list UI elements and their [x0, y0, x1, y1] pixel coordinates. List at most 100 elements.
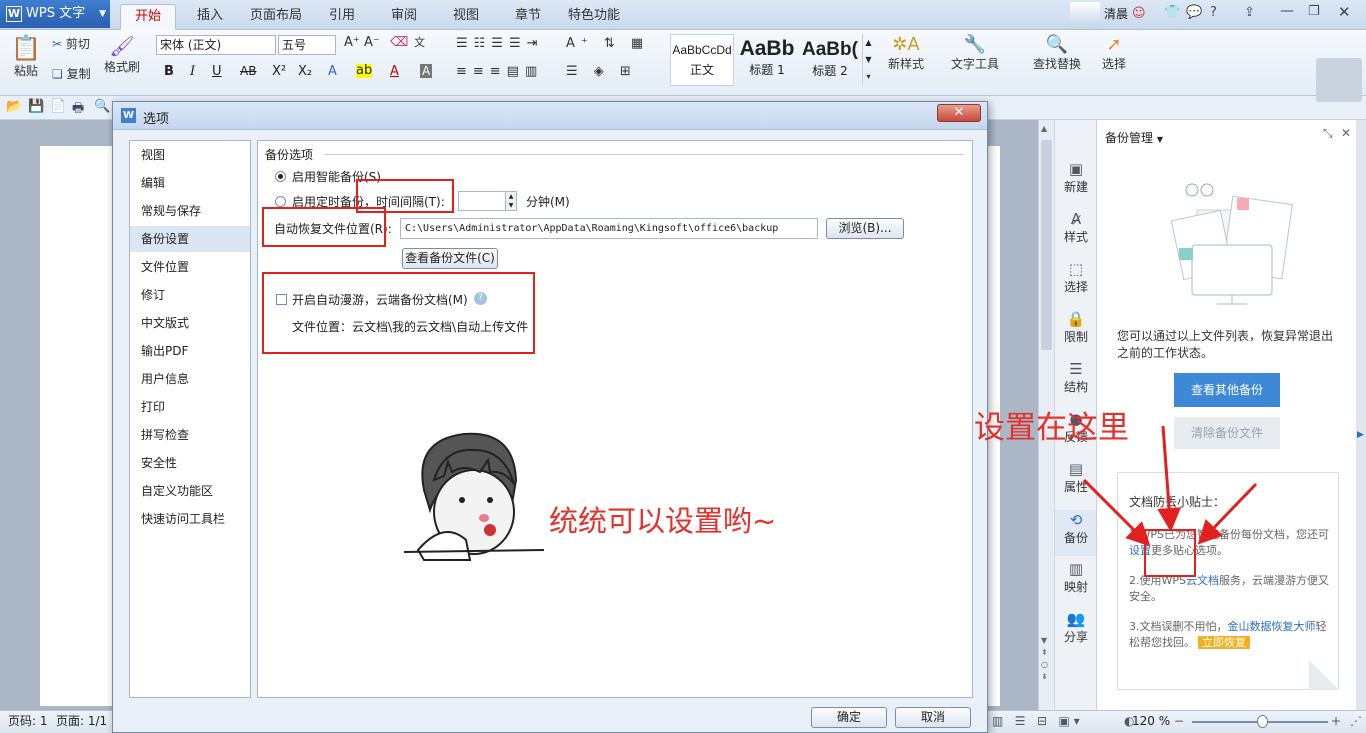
tab-view[interactable]: 视图	[440, 4, 492, 30]
tab-chapter[interactable]: 章节	[502, 4, 554, 30]
chat-icon[interactable]: 💬	[1186, 5, 1202, 20]
nav-item-custom-ribbon[interactable]: 自定义功能区	[130, 478, 250, 504]
tab-references[interactable]: 引用	[316, 4, 368, 30]
underline-icon[interactable]: U	[212, 64, 222, 79]
view-backup-button[interactable]: 查看备份文件(C)	[402, 248, 498, 269]
dialog-title-bar[interactable]: W 选项 ✕	[113, 102, 987, 130]
find-replace-button[interactable]: 🔍 查找替换	[1026, 34, 1088, 72]
nav-item-view[interactable]: 视图	[130, 142, 250, 168]
text-effect-icon[interactable]: A	[328, 64, 337, 79]
nav-item-revision[interactable]: 修订	[130, 282, 250, 308]
side-nav-new[interactable]: ▣ 新建	[1055, 160, 1097, 195]
restore-icon[interactable]: ❐	[1308, 4, 1320, 19]
help-icon[interactable]: ?	[1210, 5, 1217, 20]
browse-button[interactable]: 浏览(B)...	[826, 218, 904, 239]
tab-home[interactable]: 开始	[120, 4, 176, 30]
highlight-icon[interactable]: ab	[356, 64, 373, 78]
grow-font-icon[interactable]: A⁺	[344, 35, 360, 50]
font-name-select[interactable]: 宋体 (正文)	[156, 35, 276, 55]
nav-item-backup[interactable]: 备份设置	[130, 226, 250, 252]
user-name[interactable]: 清晨	[1104, 0, 1128, 28]
task-pane-title[interactable]: 备份管理 ▼	[1105, 129, 1163, 146]
side-nav-style[interactable]: A̷ 样式	[1055, 210, 1097, 245]
style-heading1[interactable]: AaBb 标题 1	[736, 34, 798, 86]
nav-item-security[interactable]: 安全性	[130, 450, 250, 476]
data-recovery-link[interactable]: 金山数据恢复大师	[1228, 620, 1316, 633]
recover-now-button[interactable]: 立即恢复	[1198, 636, 1250, 649]
copy-button[interactable]: ❏ 复制	[52, 65, 91, 82]
zoom-out-icon[interactable]: −	[1174, 711, 1184, 732]
char-shading-icon[interactable]: A	[420, 64, 433, 78]
italic-icon[interactable]: I	[190, 64, 195, 79]
smart-backup-radio[interactable]	[275, 171, 286, 182]
print-icon[interactable]: 🖶	[72, 99, 84, 121]
dialog-close-icon[interactable]: ✕	[937, 104, 981, 122]
cut-button[interactable]: ✂ 剪切	[52, 35, 90, 52]
preview-icon[interactable]: 🔍	[94, 99, 110, 114]
subscript-icon[interactable]: X₂	[298, 64, 312, 79]
style-heading2[interactable]: AaBb( 标题 2	[800, 34, 860, 86]
text-tools-button[interactable]: 🔧 文字工具	[946, 34, 1004, 72]
phonetic-icon[interactable]: 文	[414, 34, 425, 50]
side-nav-structure[interactable]: ☰ 结构	[1055, 360, 1097, 395]
app-menu-button[interactable]: W WPS 文字 ▼	[0, 0, 110, 28]
shading-border-icons[interactable]: ☰ ◈ ⊞	[566, 64, 637, 79]
side-nav-restrict[interactable]: 🔒 限制	[1055, 310, 1097, 345]
font-size-select[interactable]: 五号	[278, 35, 336, 55]
font-color-icon[interactable]: A	[390, 64, 399, 79]
nav-item-chinese-layout[interactable]: 中文版式	[130, 310, 250, 336]
nav-item-user-info[interactable]: 用户信息	[130, 366, 250, 392]
strikethrough-icon[interactable]: AB	[240, 64, 256, 78]
save-icon[interactable]: 💾	[28, 99, 44, 114]
tab-review[interactable]: 审阅	[378, 4, 430, 30]
nav-item-edit[interactable]: 编辑	[130, 170, 250, 196]
nav-item-file-location[interactable]: 文件位置	[130, 254, 250, 280]
clear-format-icon[interactable]: ⌫	[390, 35, 408, 50]
nav-item-spell-check[interactable]: 拼写检查	[130, 422, 250, 448]
close-icon[interactable]: ✕	[1338, 3, 1351, 21]
view-other-backup-button[interactable]: 查看其他备份	[1174, 373, 1280, 407]
tab-features[interactable]: 特色功能	[562, 4, 626, 30]
side-nav-share[interactable]: 👥 分享	[1055, 610, 1097, 645]
zoom-in-icon[interactable]: +	[1331, 711, 1341, 732]
interval-input[interactable]	[458, 191, 506, 211]
scroll-up-icon[interactable]: ▲	[1041, 124, 1047, 133]
shirt-icon[interactable]: 👕	[1164, 5, 1180, 20]
style-normal[interactable]: AaBbCcDd 正文	[670, 34, 734, 86]
paragraph-tools-icons[interactable]: A⁺ ⇅ ▦	[566, 36, 649, 51]
new-style-button[interactable]: ✲A 新样式	[880, 34, 932, 72]
ok-button[interactable]: 确定	[811, 707, 887, 728]
side-nav-select[interactable]: ⬚ 选择	[1055, 260, 1097, 295]
superscript-icon[interactable]: X²	[272, 64, 286, 79]
scroll-thumb[interactable]	[1041, 140, 1052, 350]
tab-page-layout[interactable]: 页面布局	[244, 4, 308, 30]
nav-item-quick-access[interactable]: 快速访问工具栏	[130, 506, 250, 532]
bold-icon[interactable]: B	[164, 64, 174, 79]
minimize-icon[interactable]: —	[1280, 3, 1294, 19]
cancel-button[interactable]: 取消	[895, 707, 971, 728]
interval-stepper-icon[interactable]: ▲ ▼	[505, 191, 517, 211]
collapse-icon[interactable]: ⤡	[1323, 126, 1333, 141]
open-icon[interactable]: 📂	[6, 99, 22, 114]
pdf-icon[interactable]: 📄	[50, 99, 66, 114]
style-scroll-icon[interactable]: ▲ ▼ ▾	[862, 34, 874, 86]
upload-icon[interactable]: ⇪	[1244, 5, 1255, 20]
close-icon[interactable]: ✕	[1341, 126, 1351, 140]
list-icons[interactable]: ☰☷☰☰⇥	[456, 36, 544, 51]
zoom-slider-thumb[interactable]	[1257, 715, 1268, 728]
select-button[interactable]: ➚ 选择	[1094, 34, 1134, 72]
shrink-font-icon[interactable]: A⁻	[364, 35, 380, 50]
usb-device-icon[interactable]	[1316, 58, 1362, 102]
align-icons[interactable]: ≡≡≡▤▥	[456, 64, 543, 79]
resize-grip-icon[interactable]: ⋰	[1350, 711, 1362, 732]
paste-button[interactable]: 📋 粘贴	[8, 34, 44, 79]
nav-item-print[interactable]: 打印	[130, 394, 250, 420]
scroll-down-icons[interactable]: ▼ ⇞ ○ ⇟	[1041, 635, 1048, 683]
nav-item-export-pdf[interactable]: 输出PDF	[130, 338, 250, 364]
expand-arrow-icon[interactable]: ▶	[1357, 430, 1364, 440]
avatar-icon[interactable]: ☺	[1132, 6, 1146, 21]
recovery-path-input[interactable]: C:\Users\Administrator\AppData\Roaming\K…	[400, 218, 818, 239]
nav-item-general-save[interactable]: 常规与保存	[130, 198, 250, 224]
format-painter-button[interactable]: 🖌 格式刷	[104, 34, 140, 75]
side-nav-map[interactable]: ▥ 映射	[1055, 560, 1097, 595]
